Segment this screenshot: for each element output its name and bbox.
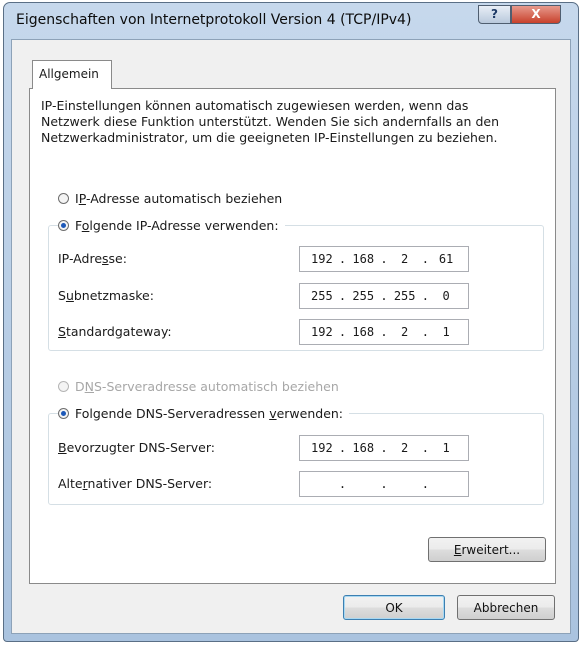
octet: 1 [442, 441, 450, 455]
default-gateway-label: Standardgateway: [58, 324, 172, 339]
radio-dns-auto[interactable]: DNS-Serveradresse automatisch beziehen [58, 377, 339, 395]
tab-allgemein[interactable]: Allgemein [32, 60, 112, 89]
octet-separator: . [421, 289, 429, 303]
cancel-button[interactable]: Abbrechen [457, 595, 555, 620]
radio-dns-manual-indicator[interactable] [58, 407, 69, 419]
preferred-dns-label: Bevorzugter DNS-Server: [58, 440, 215, 455]
octet-separator: . [338, 252, 347, 266]
octet: 255 [352, 289, 375, 303]
intro-text: IP-Einstellungen können automatisch zuge… [41, 98, 500, 145]
octet-separator: . [338, 289, 347, 303]
default-gateway-row: Standardgateway: 192. 168. 2. 1 [58, 319, 498, 345]
octet-separator: . [380, 289, 388, 303]
alternate-dns-input[interactable]: . . . [299, 471, 469, 497]
default-gateway-input[interactable]: 192. 168. 2. 1 [299, 319, 469, 345]
octet-separator: . [338, 325, 347, 339]
octet: 0 [442, 289, 450, 303]
subnet-mask-label: Subnetzmaske: [58, 288, 154, 303]
radio-ip-auto-indicator[interactable] [58, 192, 69, 204]
octet: 255 [393, 289, 416, 303]
ok-button[interactable]: OK [343, 595, 445, 620]
octet-separator: . [421, 325, 429, 339]
dialog-window: Eigenschaften von Internetprotokoll Vers… [3, 2, 579, 642]
radio-ip-manual-indicator[interactable] [58, 219, 69, 231]
octet: 2 [401, 252, 409, 266]
preferred-dns-input[interactable]: 192. 168. 2. 1 [299, 435, 469, 461]
radio-dns-auto-label: DNS-Serveradresse automatisch beziehen [75, 378, 339, 394]
tab-panel-allgemein: IP-Einstellungen können automatisch zuge… [29, 88, 556, 584]
title-bar[interactable]: Eigenschaften von Internetprotokoll Vers… [4, 3, 578, 39]
octet: 192 [311, 325, 333, 339]
radio-dns-manual-label: Folgende DNS-Serveradressen verwenden: [75, 405, 344, 421]
octet-separator: . [338, 441, 347, 455]
help-button[interactable]: ? [478, 5, 511, 24]
radio-ip-manual-label: Folgende IP-Adresse verwenden: [75, 217, 279, 233]
octet: 61 [438, 252, 454, 266]
octet: 168 [352, 325, 375, 339]
advanced-button[interactable]: Erweitert... [428, 537, 546, 562]
ip-address-label: IP-Adresse: [58, 251, 127, 266]
radio-dns-auto-indicator[interactable] [58, 380, 69, 392]
help-icon: ? [491, 7, 498, 21]
subnet-mask-input[interactable]: 255. 255. 255. 0 [299, 283, 469, 309]
radio-ip-auto-label: IP-Adresse automatisch beziehen [75, 190, 283, 206]
alternate-dns-row: Alternativer DNS-Server: . . . [58, 471, 498, 497]
radio-dns-manual[interactable]: Folgende DNS-Serveradressen verwenden: [58, 404, 350, 422]
alternate-dns-label: Alternativer DNS-Server: [58, 476, 213, 491]
octet-separator: . [380, 441, 388, 455]
octet: 168 [352, 441, 375, 455]
close-icon: X [531, 7, 541, 21]
preferred-dns-row: Bevorzugter DNS-Server: 192. 168. 2. 1 [58, 435, 498, 461]
octet: 2 [401, 325, 409, 339]
radio-ip-auto[interactable]: IP-Adresse automatisch beziehen [58, 189, 282, 207]
octet: 192 [311, 441, 333, 455]
window-title: Eigenschaften von Internetprotokoll Vers… [16, 12, 412, 28]
octet-separator: . [421, 477, 429, 491]
octet-separator: . [421, 252, 429, 266]
subnet-mask-row: Subnetzmaske: 255. 255. 255. 0 [58, 283, 498, 309]
octet: 255 [311, 289, 333, 303]
radio-ip-manual[interactable]: Folgende IP-Adresse verwenden: [58, 216, 285, 234]
ip-address-input[interactable]: 192. 168. 2. 61 [299, 246, 469, 272]
octet-separator: . [421, 441, 429, 455]
octet: 1 [442, 325, 450, 339]
ip-address-row: IP-Adresse: 192. 168. 2. 61 [58, 246, 498, 272]
close-button[interactable]: X [511, 5, 561, 24]
octet-separator: . [380, 477, 388, 491]
octet: 2 [401, 441, 409, 455]
octet: 192 [311, 252, 333, 266]
octet: 168 [352, 252, 375, 266]
dialog-client-area: Allgemein IP-Einstellungen können automa… [11, 39, 571, 634]
octet-separator: . [338, 477, 347, 491]
octet-separator: . [380, 325, 388, 339]
octet-separator: . [380, 252, 388, 266]
